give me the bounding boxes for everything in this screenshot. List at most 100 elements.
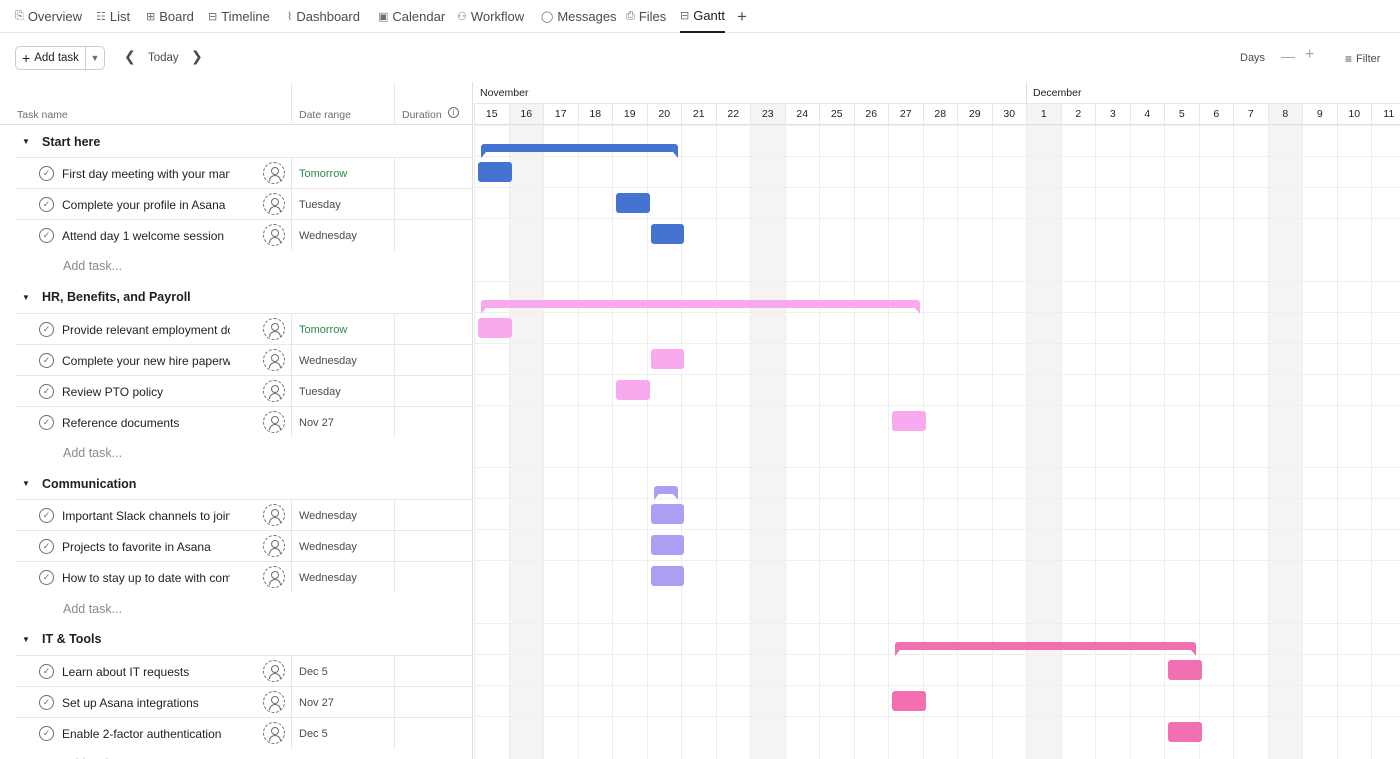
tab-calendar[interactable]: ▣ Calendar (378, 0, 445, 33)
task-row[interactable]: ✓ Attend day 1 welcome session Wednesday (16, 219, 473, 252)
section-span-bar[interactable] (481, 299, 920, 314)
check-circle-icon[interactable]: ✓ (39, 508, 54, 524)
assignee-avatar-icon[interactable] (263, 193, 285, 216)
task-name[interactable]: First day meeting with your manager (62, 167, 230, 181)
task-date[interactable]: Wednesday (299, 230, 357, 242)
column-header-duration[interactable]: Duration (402, 109, 442, 121)
column-header-task-name[interactable]: Task name (17, 109, 68, 121)
add-task-main[interactable]: + Add task (16, 47, 86, 69)
task-name[interactable]: Important Slack channels to join (62, 509, 230, 523)
triangle-down-icon[interactable]: ▼ (22, 293, 30, 302)
chevron-right-icon[interactable]: ❯ (191, 48, 203, 65)
task-date[interactable]: Dec 5 (299, 728, 328, 740)
task-bar[interactable] (1168, 659, 1202, 680)
check-circle-icon[interactable]: ✓ (39, 197, 54, 213)
tab-overview[interactable]: ⎘ Overview (15, 0, 82, 33)
triangle-down-icon[interactable]: ▼ (22, 635, 30, 644)
task-date[interactable]: Dec 5 (299, 666, 328, 678)
zoom-level-select[interactable]: Days (1240, 52, 1265, 64)
filter-button[interactable]: ≡ Filter (1345, 52, 1380, 66)
task-row[interactable]: ✓ Learn about IT requests Dec 5 (16, 654, 473, 687)
check-circle-icon[interactable]: ✓ (39, 352, 54, 368)
check-circle-icon[interactable]: ✓ (39, 694, 54, 710)
assignee-avatar-icon[interactable] (263, 317, 285, 340)
tab-gantt[interactable]: ⊟ Gantt (680, 0, 726, 33)
task-row[interactable]: ✓ Important Slack channels to join Wednesd… (16, 499, 473, 532)
check-circle-icon[interactable]: ✓ (39, 383, 54, 399)
task-bar[interactable] (650, 504, 684, 525)
task-date[interactable]: Nov 27 (299, 697, 334, 709)
task-row[interactable]: ✓ Set up Asana integrations Nov 27 (16, 685, 473, 718)
section-header[interactable]: ▼ HR, Benefits, and Payroll (0, 282, 473, 313)
task-name[interactable]: Provide relevant employment documents (62, 323, 230, 337)
add-task-button[interactable]: + Add task ▼ (15, 46, 105, 70)
assignee-avatar-icon[interactable] (263, 348, 285, 371)
assignee-avatar-icon[interactable] (263, 721, 285, 744)
assignee-avatar-icon[interactable] (263, 504, 285, 527)
assignee-avatar-icon[interactable] (263, 659, 285, 682)
assignee-avatar-icon[interactable] (263, 535, 285, 558)
task-name[interactable]: Set up Asana integrations (62, 696, 230, 710)
tab-messages[interactable]: ◯ Messages (541, 0, 617, 33)
task-date[interactable]: Wednesday (299, 510, 357, 522)
section-header[interactable]: ▼ IT & Tools (0, 624, 473, 655)
section-span-bar[interactable] (653, 486, 678, 501)
check-circle-icon[interactable]: ✓ (39, 414, 54, 430)
task-date[interactable]: Nov 27 (299, 417, 334, 429)
task-name[interactable]: Learn about IT requests (62, 665, 230, 679)
check-circle-icon[interactable]: ✓ (39, 539, 54, 555)
chevron-down-icon[interactable]: ▼ (86, 47, 104, 69)
task-row[interactable]: ✓ Reference documents Nov 27 (16, 405, 473, 438)
task-bar[interactable] (478, 317, 512, 338)
chevron-left-icon[interactable]: ❮ (124, 48, 136, 65)
task-name[interactable]: Review PTO policy (62, 385, 230, 399)
task-date[interactable]: Tomorrow (299, 168, 347, 180)
triangle-down-icon[interactable]: ▼ (22, 137, 30, 146)
task-bar[interactable] (650, 566, 684, 587)
task-name[interactable]: Projects to favorite in Asana (62, 540, 230, 554)
task-date[interactable]: Tomorrow (299, 324, 347, 336)
task-date[interactable]: Wednesday (299, 355, 357, 367)
triangle-down-icon[interactable]: ▼ (22, 479, 30, 488)
task-date[interactable]: Tuesday (299, 199, 341, 211)
column-header-date-range[interactable]: Date range (299, 109, 351, 121)
task-bar[interactable] (892, 410, 926, 431)
section-header[interactable]: ▼ Communication (0, 468, 473, 499)
section-header[interactable]: ▼ Start here (0, 126, 473, 157)
assignee-avatar-icon[interactable] (263, 379, 285, 402)
task-date[interactable]: Tuesday (299, 386, 341, 398)
today-button[interactable]: Today (148, 52, 179, 64)
task-bar[interactable] (650, 535, 684, 556)
tab-dashboard[interactable]: ⌇ Dashboard (287, 0, 360, 33)
task-bar[interactable] (616, 193, 650, 214)
task-bar[interactable] (616, 379, 650, 400)
check-circle-icon[interactable]: ✓ (39, 663, 54, 679)
task-date[interactable]: Wednesday (299, 541, 357, 553)
task-row[interactable]: ✓ Enable 2-factor authentication Dec 5 (16, 716, 473, 749)
tab-files[interactable]: ⎙ Files (626, 0, 666, 33)
check-circle-icon[interactable]: ✓ (39, 725, 54, 741)
assignee-avatar-icon[interactable] (263, 690, 285, 713)
task-row[interactable]: ✓ Projects to favorite in Asana Wednesday (16, 530, 473, 563)
zoom-in-icon[interactable]: + (1305, 46, 1314, 64)
task-bar[interactable] (1168, 721, 1202, 742)
task-row[interactable]: ✓ Complete your profile in Asana Tuesday (16, 188, 473, 221)
section-span-bar[interactable] (481, 144, 678, 158)
task-row[interactable]: ✓ First day meeting with your manager Tomo… (16, 157, 473, 190)
add-task-link[interactable]: Add task... (63, 446, 122, 460)
assignee-avatar-icon[interactable] (263, 566, 285, 589)
assignee-avatar-icon[interactable] (263, 224, 285, 247)
tab-timeline[interactable]: ⊟ Timeline (208, 0, 270, 33)
task-bar[interactable] (478, 162, 512, 183)
task-row[interactable]: ✓ Review PTO policy Tuesday (16, 374, 473, 407)
task-date[interactable]: Wednesday (299, 572, 357, 584)
task-bar[interactable] (650, 224, 684, 245)
add-task-link[interactable]: Add task... (63, 602, 122, 616)
task-name[interactable]: Complete your profile in Asana (62, 198, 230, 212)
tab-board[interactable]: ⊞ Board (146, 0, 194, 33)
zoom-out-icon[interactable]: — (1281, 48, 1295, 64)
task-bar[interactable] (892, 690, 926, 711)
check-circle-icon[interactable]: ✓ (39, 228, 54, 244)
assignee-avatar-icon[interactable] (263, 410, 285, 433)
task-row[interactable]: ✓ Provide relevant employment documents To… (16, 312, 473, 345)
